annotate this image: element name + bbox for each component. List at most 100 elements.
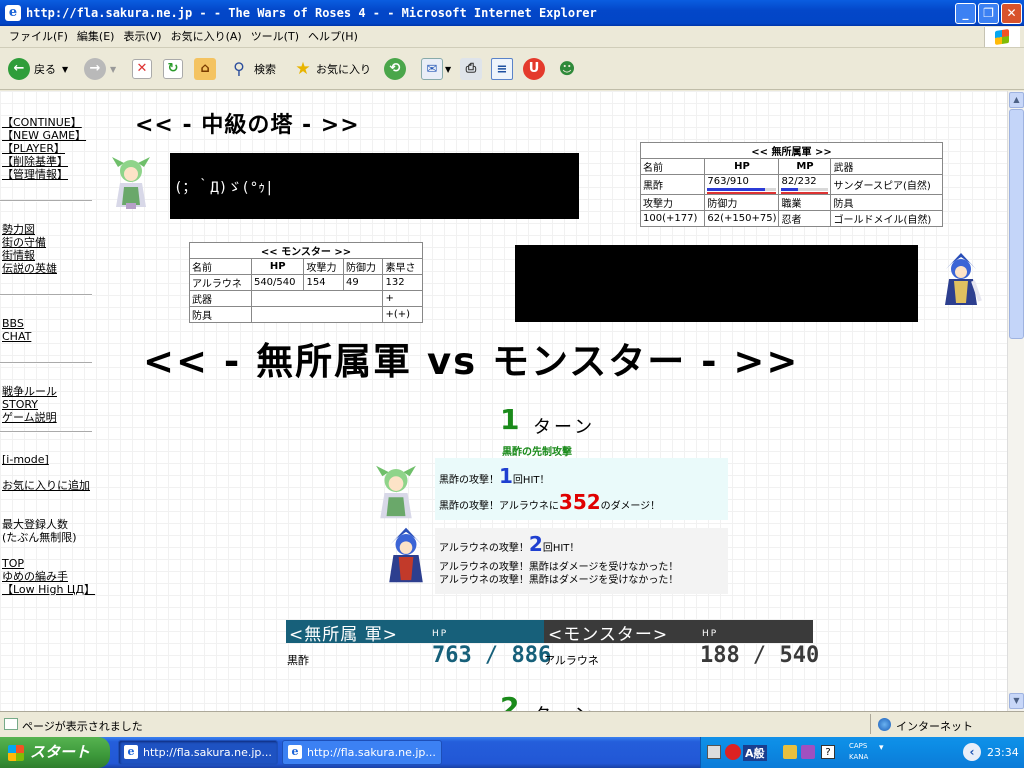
monster-name: アルラウネ bbox=[189, 274, 252, 291]
back-button[interactable]: ← 戻る ▼ bbox=[8, 56, 68, 82]
monster-attack-log: アルラウネの攻撃！2回HIT！ アルラウネの攻撃！黒酢はダメージを受けなかった！… bbox=[435, 528, 728, 594]
internet-zone-icon bbox=[878, 718, 891, 731]
menu-edit[interactable]: 編集(E) bbox=[77, 26, 115, 48]
menu-help[interactable]: ヘルプ(H) bbox=[308, 26, 358, 48]
refresh-button[interactable]: ↻ bbox=[163, 56, 183, 82]
monster-weapon-label: 武器 bbox=[189, 290, 252, 307]
caps-indicator: CAPS bbox=[849, 742, 868, 750]
scroll-down-button[interactable]: ▼ bbox=[1009, 693, 1024, 709]
scroll-thumb[interactable] bbox=[1009, 109, 1024, 339]
edit-button[interactable]: ≡ bbox=[491, 56, 513, 82]
player-def: 62(+150+75) bbox=[704, 210, 780, 227]
ime-icon[interactable] bbox=[725, 744, 741, 760]
player-hp-cell: 763/910 bbox=[704, 174, 780, 195]
sidebar-max-registration: 最大登録人数 bbox=[2, 518, 68, 531]
help-icon[interactable]: ? bbox=[821, 745, 835, 759]
history-button[interactable]: ⟲ bbox=[384, 56, 406, 82]
monster-status-header: <モンスター> HP bbox=[544, 620, 813, 645]
home-button[interactable]: ⌂ bbox=[194, 56, 216, 82]
sidebar-war-rules-link[interactable]: 戦争ルール bbox=[2, 385, 57, 398]
sidebar-bbs-link[interactable]: BBS bbox=[2, 317, 24, 330]
mail-icon: ✉ bbox=[421, 58, 443, 80]
taskbar-ie-window-1[interactable]: http://fla.sakura.ne.jp... bbox=[118, 740, 278, 765]
sidebar-top-link[interactable]: TOP bbox=[2, 557, 24, 570]
kana-indicator: KANA bbox=[849, 753, 869, 761]
ime-tool-icon[interactable] bbox=[801, 745, 815, 759]
stop-button[interactable]: ✕ bbox=[132, 56, 152, 82]
army-title: <無所属 軍> bbox=[289, 625, 398, 645]
show-hidden-icons-button[interactable]: ‹ bbox=[963, 743, 981, 761]
minimize-button[interactable]: _ bbox=[955, 3, 976, 24]
start-button[interactable]: スタート bbox=[0, 737, 110, 768]
monster-side-title: <モンスター> bbox=[548, 625, 669, 645]
sidebar-player-link[interactable]: 【PLAYER】 bbox=[2, 142, 65, 155]
sidebar-power-map-link[interactable]: 勢力図 bbox=[2, 223, 35, 236]
back-arrow-icon: ← bbox=[8, 58, 30, 80]
sidebar-chat-link[interactable]: CHAT bbox=[2, 330, 31, 343]
player-attack-line: 黒酢の攻撃！1回HIT！ bbox=[439, 464, 550, 488]
forward-button[interactable]: → ▼ bbox=[84, 56, 116, 82]
player-col-armor: 防具 bbox=[830, 194, 943, 211]
vertical-scrollbar[interactable]: ▲ ▼ bbox=[1007, 91, 1024, 711]
favorites-button[interactable]: ★ お気に入り bbox=[292, 56, 371, 82]
player-hit-count: 1 bbox=[499, 464, 513, 488]
windows-flag-icon bbox=[8, 745, 24, 761]
monster-col-atk: 攻撃力 bbox=[303, 258, 344, 275]
messenger-button[interactable]: ☻ bbox=[556, 56, 578, 82]
sidebar-add-favorite-link[interactable]: お気に入りに追加 bbox=[2, 479, 90, 492]
toolbar: ← 戻る ▼ → ▼ ✕ ↻ ⌂ ⚲ 検索 ★ お気に入り ⟲ ✉ ▼ ⎙ ≡ U ☻ bbox=[0, 48, 1024, 90]
player-battle-sprite bbox=[376, 465, 416, 519]
player-atk: 100(+177) bbox=[639, 210, 706, 227]
sidebar-game-help-link[interactable]: ゲーム説明 bbox=[2, 411, 57, 424]
mail-button[interactable]: ✉ ▼ bbox=[421, 56, 451, 82]
sidebar-continue-link[interactable]: 【CONTINUE】 bbox=[2, 116, 82, 129]
ime-dictionary-icon[interactable] bbox=[783, 745, 797, 759]
sidebar-imode-link[interactable]: [i-mode] bbox=[2, 453, 49, 466]
menu-view[interactable]: 表示(V) bbox=[123, 26, 161, 48]
zone-text: インターネット bbox=[896, 720, 973, 733]
keyboard-icon[interactable] bbox=[707, 745, 721, 759]
ime-mode[interactable]: A般 bbox=[743, 745, 767, 761]
search-button[interactable]: ⚲ 検索 bbox=[228, 56, 276, 82]
sidebar-author-link[interactable]: ゆめの編み手 bbox=[2, 570, 68, 583]
player-weapon: サンダースピア(自然) bbox=[830, 174, 943, 195]
scroll-up-button[interactable]: ▲ bbox=[1009, 92, 1024, 108]
army-status-header: <無所属 軍> HP bbox=[286, 620, 544, 645]
menu-favorites[interactable]: お気に入り(A) bbox=[171, 26, 242, 48]
sidebar-newgame-link[interactable]: 【NEW GAME】 bbox=[2, 129, 86, 142]
status-player-name: 黒酢 bbox=[287, 654, 309, 667]
title-bar: e http://fla.sakura.ne.jp - - The Wars o… bbox=[0, 0, 1024, 26]
sidebar-divider bbox=[0, 362, 92, 364]
player-hp-value: 763/910 bbox=[707, 175, 749, 187]
addon-button[interactable]: U bbox=[523, 56, 545, 82]
forward-arrow-icon: → bbox=[84, 58, 106, 80]
ie-logo-icon: e bbox=[5, 5, 21, 21]
sidebar-town-info-link[interactable]: 街情報 bbox=[2, 249, 35, 262]
menu-file[interactable]: ファイル(F) bbox=[9, 26, 68, 48]
player-col-def: 防御力 bbox=[704, 194, 780, 211]
monster-col-spd: 素早さ bbox=[382, 258, 423, 275]
messenger-icon: ☻ bbox=[558, 59, 576, 78]
restore-button[interactable]: ❐ bbox=[978, 3, 999, 24]
taskbar-ie-window-2[interactable]: http://fla.sakura.ne.jp... bbox=[282, 740, 442, 765]
sidebar-legend-link[interactable]: 伝説の英雄 bbox=[2, 262, 57, 275]
sidebar-delete-rules-link[interactable]: 【削除基準】 bbox=[2, 155, 68, 168]
sidebar-town-defense-link[interactable]: 街の守備 bbox=[2, 236, 46, 249]
print-icon: ⎙ bbox=[460, 58, 482, 80]
menu-bar: ファイル(F) 編集(E) 表示(V) お気に入り(A) ツール(T) ヘルプ(H) bbox=[0, 26, 1024, 48]
taskbar: スタート http://fla.sakura.ne.jp... http://f… bbox=[0, 737, 1024, 768]
sidebar-admin-link[interactable]: 【管理情報】 bbox=[2, 168, 68, 181]
sidebar-story-link[interactable]: STORY bbox=[2, 398, 38, 411]
close-button[interactable]: ✕ bbox=[1001, 3, 1022, 24]
player-status-table: << 無所属軍 >> 名前 HP MP 武器 黒酢 763/910 82/232… bbox=[639, 142, 943, 227]
player-mp-bar bbox=[781, 187, 829, 191]
status-text: ページが表示されました bbox=[22, 720, 143, 733]
print-button[interactable]: ⎙ bbox=[460, 56, 482, 82]
menu-tools[interactable]: ツール(T) bbox=[251, 26, 299, 48]
tray-expand-icon[interactable]: ▾ bbox=[879, 743, 884, 753]
sidebar-lowhigh-link[interactable]: 【Low High ЦД】 bbox=[2, 583, 95, 596]
turn1-first-strike: 黒酢の先制攻撃 bbox=[502, 447, 572, 458]
player-damage-line: 黒酢の攻撃！アルラウネに352のダメージ！ bbox=[439, 490, 661, 514]
stop-icon: ✕ bbox=[132, 59, 152, 79]
turn2-number: 2 bbox=[500, 691, 520, 711]
